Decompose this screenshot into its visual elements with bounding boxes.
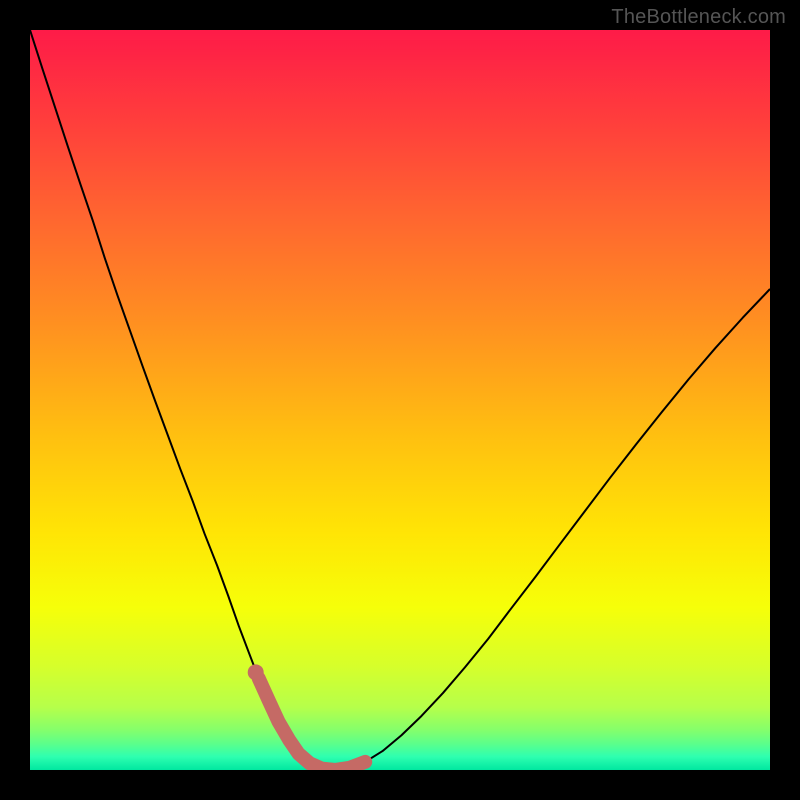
highlight-dot: [248, 664, 264, 680]
figure-container: TheBottleneck.com: [0, 0, 800, 800]
chart-background: [30, 30, 770, 770]
watermark-text: TheBottleneck.com: [611, 6, 786, 29]
bottleneck-chart: [30, 30, 770, 770]
plot-area: [30, 30, 770, 770]
